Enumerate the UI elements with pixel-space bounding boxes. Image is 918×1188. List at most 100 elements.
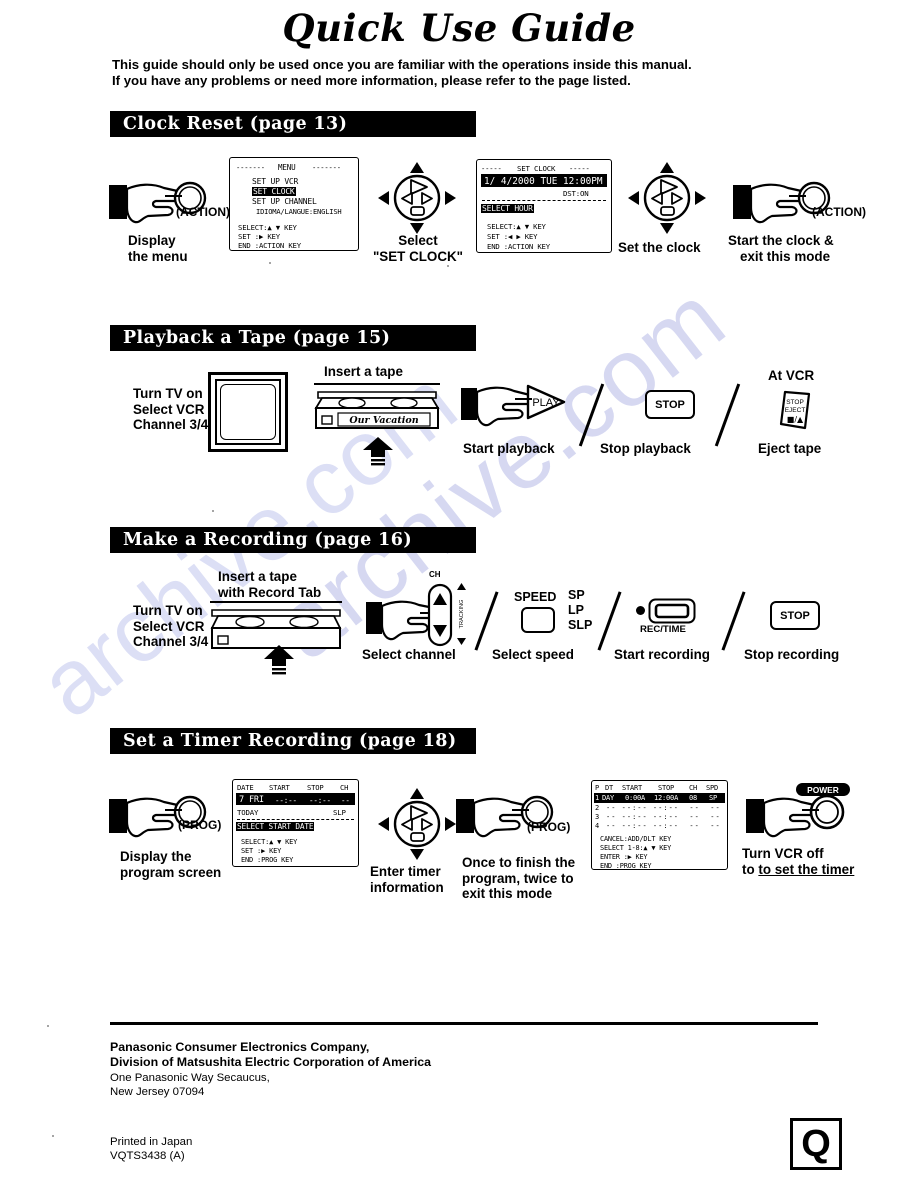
osd-timer-row3-values[interactable]: -- --:-- --:-- -- --: [606, 813, 721, 821]
stop-button-recording[interactable]: STOP: [770, 601, 820, 630]
speed-option-slp: SLP: [568, 618, 593, 632]
osd-clock-rule-2: -----: [569, 164, 590, 173]
hand-press-prog-icon-1: [108, 792, 212, 842]
caption-line-1: Enter timer: [370, 864, 441, 879]
osd-timer-row1-p[interactable]: 1: [595, 794, 599, 802]
caption-line-2: Select VCR: [133, 401, 205, 417]
osd-timer-row4-p[interactable]: 4: [595, 822, 599, 830]
record-indicator-dot: [636, 606, 645, 615]
svg-text:■/▲: ■/▲: [787, 415, 804, 424]
caption-turn-tv-on-recording: Turn TV on Select VCR Channel 3/4: [133, 603, 208, 650]
prog-button-label-2: (PROG): [527, 820, 571, 834]
cursor-pad-icon-2[interactable]: [628, 162, 706, 234]
caption-turn-vcr-off: Turn VCR off to to set the timer: [742, 846, 854, 877]
osd-program-speed[interactable]: SLP: [333, 808, 346, 817]
svg-text:STOP: STOP: [786, 399, 804, 406]
osd-program-help-set: SET :▶ KEY: [241, 847, 282, 855]
television-icon: [208, 372, 288, 452]
caption-line-1: Turn TV on: [133, 603, 203, 618]
osd-menu-header-rule: -------: [236, 163, 265, 172]
hand-press-action-icon: [108, 178, 212, 228]
osd-menu-item-set-clock[interactable]: SET CLOCK: [252, 187, 296, 196]
footer-part-code: VQTS3438 (A): [110, 1149, 185, 1162]
stop-eject-button[interactable]: STOP EJECT ■/▲: [775, 390, 815, 437]
osd-menu-item-language[interactable]: IDIOMA/LANGUE:ENGLISH: [256, 207, 342, 216]
osd-program-row-date[interactable]: 7 FRI: [239, 795, 264, 805]
svg-text:Our Vacation: Our Vacation: [349, 415, 418, 426]
caption-underlined-text: to set the timer: [758, 861, 855, 877]
osd-timer-row4-values[interactable]: -- --:-- --:-- -- --: [606, 822, 721, 830]
osd-program-today: TODAY: [237, 808, 259, 817]
osd-program-help-select: SELECT:▲ ▼ KEY: [241, 838, 298, 846]
caption-insert-tape-record-tab: Insert a tape with Record Tab: [218, 569, 321, 600]
intro-line-2: If you have any problems or need more in…: [112, 73, 631, 88]
prog-button-label-1: (PROG): [178, 818, 222, 832]
caption-line-1: Turn TV on: [133, 386, 203, 401]
caption-line-1: Start the clock &: [728, 233, 834, 248]
osd-menu-help-select: SELECT:▲ ▼ KEY: [238, 223, 297, 232]
caption-finish-program: Once to finish the program, twice to exi…: [462, 855, 575, 902]
hand-press-channel-icon: [365, 596, 469, 646]
osd-clock-divider: [482, 200, 606, 201]
divider-slash-3: [474, 591, 499, 651]
osd-program-row-stop[interactable]: --:--: [309, 796, 331, 805]
stop-button-playback[interactable]: STOP: [645, 390, 695, 419]
osd-timer-row1-spd[interactable]: SP: [709, 794, 717, 802]
osd-timer-col-start: START: [622, 784, 643, 792]
footer-printed-in: Printed in Japan: [110, 1136, 193, 1148]
divider-slash-2: [714, 383, 741, 447]
osd-menu-item-set-up-channel[interactable]: SET UP CHANNEL: [252, 197, 317, 206]
osd-timer-help-enter: ENTER :▶ KEY: [600, 853, 648, 861]
cursor-pad-icon-1[interactable]: [378, 162, 456, 234]
footer-address-line-1: One Panasonic Way Secaucus,: [110, 1072, 270, 1084]
caption-line-2: to to set the timer: [742, 861, 855, 877]
caption-display-the-menu: Display the menu: [128, 233, 188, 264]
caption-line-2: the menu: [128, 248, 188, 264]
osd-menu-item-set-up-vcr[interactable]: SET UP VCR: [252, 177, 298, 186]
caption-display-program-screen: Display the program screen: [120, 849, 221, 880]
svg-text:EJECT: EJECT: [785, 407, 806, 414]
caption-line-3: Channel 3/4: [133, 634, 209, 649]
scan-watermark: archive.com: [254, 263, 746, 681]
caption-start-playback: Start playback: [463, 441, 555, 456]
caption-line-1: Once to finish the: [462, 855, 576, 870]
osd-timer-help-end: END :PROG KEY: [600, 862, 652, 870]
osd-program-prompt: SELECT START DATE: [236, 822, 315, 831]
osd-timer-row3-p[interactable]: 3: [595, 813, 599, 821]
channel-up-down-rocker[interactable]: [427, 579, 453, 654]
osd-clock-dst[interactable]: DST:ON: [563, 189, 589, 198]
osd-program-row-start[interactable]: --:--: [275, 796, 297, 805]
osd-clock-rule: -----: [481, 164, 502, 173]
svg-text:TRACKING: TRACKING: [459, 600, 465, 629]
caption-line-2: exit this mode: [740, 248, 831, 264]
hand-press-power-icon: [745, 792, 849, 842]
osd-timer-row1-stop[interactable]: 12:00A: [654, 794, 678, 802]
action-button-label-2: (ACTION): [812, 205, 866, 219]
footer-company: Panasonic Consumer Electronics Company, …: [110, 1040, 431, 1069]
cursor-pad-icon-3[interactable]: [378, 788, 456, 860]
section-heading-clock-reset: Clock Reset (page 13): [110, 111, 476, 137]
footer-address: One Panasonic Way Secaucus, New Jersey 0…: [110, 1072, 270, 1099]
osd-program-screen: DATE START STOP CH 7 FRI --:-- --:-- -- …: [232, 779, 359, 867]
footer-company-line-2: Division of Matsushita Electric Corporat…: [110, 1054, 432, 1069]
caption-select-channel: Select channel: [362, 647, 456, 662]
action-button-label-1: (ACTION): [176, 205, 230, 219]
divider-slash-4: [597, 591, 622, 651]
hand-press-prog-icon-2: [455, 792, 559, 842]
osd-timer-row1-ch[interactable]: 08: [689, 794, 697, 802]
osd-clock-help-end: END :ACTION KEY: [487, 242, 550, 251]
speed-button[interactable]: [521, 607, 555, 633]
osd-timer-row2-p[interactable]: 2: [595, 804, 599, 812]
quick-use-guide-page: archive.com archive.com Quick Use Guide …: [0, 0, 918, 1188]
osd-program-row-ch[interactable]: --: [341, 796, 350, 805]
osd-clock-datetime[interactable]: 1/ 4/2000 TUE 12:00PM: [484, 176, 603, 187]
osd-timer-row1-dt[interactable]: DAY: [602, 794, 614, 802]
osd-timer-row2-values[interactable]: -- --:-- --:-- -- --: [606, 804, 721, 812]
osd-timer-row1-start[interactable]: 0:00A: [625, 794, 645, 802]
insert-direction-arrow-icon: [361, 437, 395, 472]
osd-timer-col-p: P: [595, 784, 600, 792]
caption-line-2: "SET CLOCK": [372, 248, 464, 264]
caption-line-1: Display the: [120, 849, 192, 864]
insert-direction-arrow-icon-2: [262, 645, 296, 682]
intro-paragraph: This guide should only be used once you …: [112, 57, 812, 89]
